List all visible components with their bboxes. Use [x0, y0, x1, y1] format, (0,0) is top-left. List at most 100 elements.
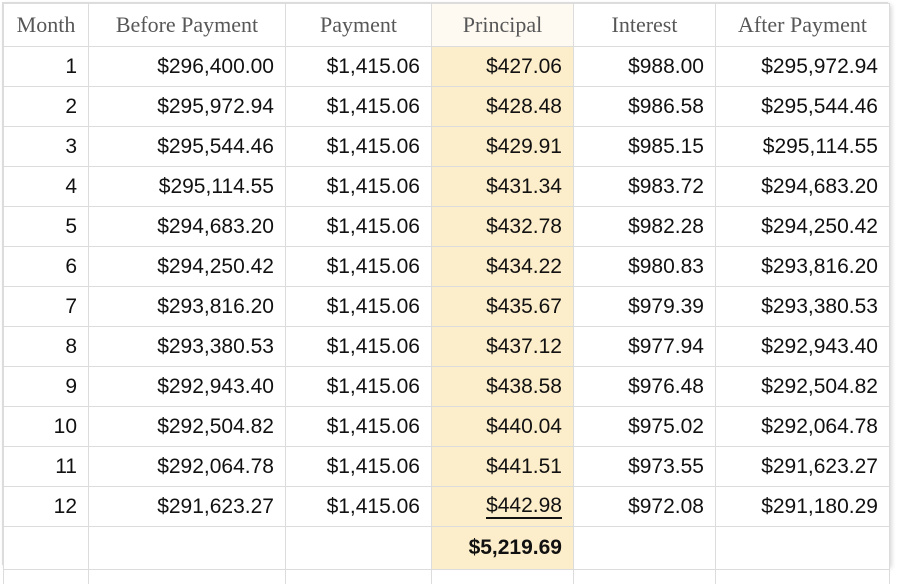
- cell-after[interactable]: $293,816.20: [716, 247, 890, 287]
- cell-payment[interactable]: $1,415.06: [286, 207, 432, 247]
- cell-principal[interactable]: $441.51: [432, 447, 574, 487]
- table-row[interactable]: 3 $295,544.46 $1,415.06 $429.91 $985.15 …: [4, 127, 890, 167]
- cell-empty[interactable]: [4, 570, 89, 584]
- cell-principal[interactable]: $442.98: [432, 487, 574, 527]
- cell-interest[interactable]: $972.08: [574, 487, 716, 527]
- cell-interest[interactable]: $986.58: [574, 87, 716, 127]
- cell-interest[interactable]: $980.83: [574, 247, 716, 287]
- cell-month[interactable]: 5: [4, 207, 89, 247]
- cell-month[interactable]: 7: [4, 287, 89, 327]
- table-row[interactable]: 2 $295,972.94 $1,415.06 $428.48 $986.58 …: [4, 87, 890, 127]
- cell-empty[interactable]: [286, 570, 432, 584]
- cell-month[interactable]: 11: [4, 447, 89, 487]
- cell-principal[interactable]: $431.34: [432, 167, 574, 207]
- cell-month-total[interactable]: [4, 527, 89, 570]
- cell-principal[interactable]: $429.91: [432, 127, 574, 167]
- cell-payment[interactable]: $1,415.06: [286, 487, 432, 527]
- column-header-interest[interactable]: Interest: [574, 4, 716, 47]
- cell-empty[interactable]: [716, 570, 890, 584]
- cell-interest[interactable]: $975.02: [574, 407, 716, 447]
- cell-interest[interactable]: $985.15: [574, 127, 716, 167]
- cell-principal[interactable]: $432.78: [432, 207, 574, 247]
- cell-before[interactable]: $292,943.40: [89, 367, 286, 407]
- cell-month[interactable]: 8: [4, 327, 89, 367]
- cell-interest[interactable]: $988.00: [574, 47, 716, 87]
- cell-after[interactable]: $293,380.53: [716, 287, 890, 327]
- cell-after[interactable]: $292,943.40: [716, 327, 890, 367]
- cell-payment[interactable]: $1,415.06: [286, 327, 432, 367]
- cell-after[interactable]: $292,504.82: [716, 367, 890, 407]
- cell-payment[interactable]: $1,415.06: [286, 247, 432, 287]
- cell-before[interactable]: $293,380.53: [89, 327, 286, 367]
- table-row[interactable]: 8 $293,380.53 $1,415.06 $437.12 $977.94 …: [4, 327, 890, 367]
- cell-interest[interactable]: $976.48: [574, 367, 716, 407]
- cell-before[interactable]: $295,972.94: [89, 87, 286, 127]
- cell-principal[interactable]: $438.58: [432, 367, 574, 407]
- total-row[interactable]: $5,219.69: [4, 527, 890, 570]
- cell-month[interactable]: 6: [4, 247, 89, 287]
- cell-interest-total[interactable]: [574, 527, 716, 570]
- table-row[interactable]: 5 $294,683.20 $1,415.06 $432.78 $982.28 …: [4, 207, 890, 247]
- cell-before[interactable]: $296,400.00: [89, 47, 286, 87]
- cell-before[interactable]: $291,623.27: [89, 487, 286, 527]
- cell-principal[interactable]: $427.06: [432, 47, 574, 87]
- cell-after[interactable]: $294,250.42: [716, 207, 890, 247]
- cell-empty[interactable]: [574, 570, 716, 584]
- cell-before[interactable]: $295,544.46: [89, 127, 286, 167]
- cell-payment[interactable]: $1,415.06: [286, 87, 432, 127]
- column-header-before-payment[interactable]: Before Payment: [89, 4, 286, 47]
- cell-principal[interactable]: $437.12: [432, 327, 574, 367]
- cell-after[interactable]: $295,972.94: [716, 47, 890, 87]
- table-row[interactable]: 1 $296,400.00 $1,415.06 $427.06 $988.00 …: [4, 47, 890, 87]
- cell-payment[interactable]: $1,415.06: [286, 407, 432, 447]
- cell-after-total[interactable]: [716, 527, 890, 570]
- cell-before[interactable]: $295,114.55: [89, 167, 286, 207]
- cell-payment[interactable]: $1,415.06: [286, 47, 432, 87]
- cell-interest[interactable]: $977.94: [574, 327, 716, 367]
- cell-interest[interactable]: $979.39: [574, 287, 716, 327]
- cell-principal[interactable]: $434.22: [432, 247, 574, 287]
- cell-before[interactable]: $292,504.82: [89, 407, 286, 447]
- table-row[interactable]: 7 $293,816.20 $1,415.06 $435.67 $979.39 …: [4, 287, 890, 327]
- column-header-after-payment[interactable]: After Payment: [716, 4, 890, 47]
- cell-empty[interactable]: [89, 570, 286, 584]
- cell-after[interactable]: $291,623.27: [716, 447, 890, 487]
- cell-month[interactable]: 1: [4, 47, 89, 87]
- cell-month[interactable]: 2: [4, 87, 89, 127]
- cell-payment-total[interactable]: [286, 527, 432, 570]
- cell-principal[interactable]: $428.48: [432, 87, 574, 127]
- cell-month[interactable]: 3: [4, 127, 89, 167]
- table-row[interactable]: 4 $295,114.55 $1,415.06 $431.34 $983.72 …: [4, 167, 890, 207]
- cell-before[interactable]: $293,816.20: [89, 287, 286, 327]
- cell-month[interactable]: 4: [4, 167, 89, 207]
- cell-payment[interactable]: $1,415.06: [286, 367, 432, 407]
- table-row[interactable]: 12 $291,623.27 $1,415.06 $442.98 $972.08…: [4, 487, 890, 527]
- cell-after[interactable]: $295,114.55: [716, 127, 890, 167]
- cell-month[interactable]: 10: [4, 407, 89, 447]
- cell-before-total[interactable]: [89, 527, 286, 570]
- cell-month[interactable]: 9: [4, 367, 89, 407]
- table-row[interactable]: 10 $292,504.82 $1,415.06 $440.04 $975.02…: [4, 407, 890, 447]
- table-row[interactable]: 6 $294,250.42 $1,415.06 $434.22 $980.83 …: [4, 247, 890, 287]
- column-header-month[interactable]: Month: [4, 4, 89, 47]
- cell-payment[interactable]: $1,415.06: [286, 287, 432, 327]
- cell-before[interactable]: $294,683.20: [89, 207, 286, 247]
- cell-principal[interactable]: $435.67: [432, 287, 574, 327]
- cell-interest[interactable]: $983.72: [574, 167, 716, 207]
- cell-after[interactable]: $291,180.29: [716, 487, 890, 527]
- cell-interest[interactable]: $982.28: [574, 207, 716, 247]
- cell-before[interactable]: $294,250.42: [89, 247, 286, 287]
- cell-payment[interactable]: $1,415.06: [286, 127, 432, 167]
- cell-empty[interactable]: [432, 570, 574, 584]
- empty-row[interactable]: [4, 570, 890, 584]
- cell-after[interactable]: $295,544.46: [716, 87, 890, 127]
- cell-principal[interactable]: $440.04: [432, 407, 574, 447]
- cell-interest[interactable]: $973.55: [574, 447, 716, 487]
- cell-payment[interactable]: $1,415.06: [286, 447, 432, 487]
- column-header-payment[interactable]: Payment: [286, 4, 432, 47]
- table-row[interactable]: 11 $292,064.78 $1,415.06 $441.51 $973.55…: [4, 447, 890, 487]
- cell-after[interactable]: $294,683.20: [716, 167, 890, 207]
- cell-before[interactable]: $292,064.78: [89, 447, 286, 487]
- cell-after[interactable]: $292,064.78: [716, 407, 890, 447]
- column-header-principal[interactable]: Principal: [432, 4, 574, 47]
